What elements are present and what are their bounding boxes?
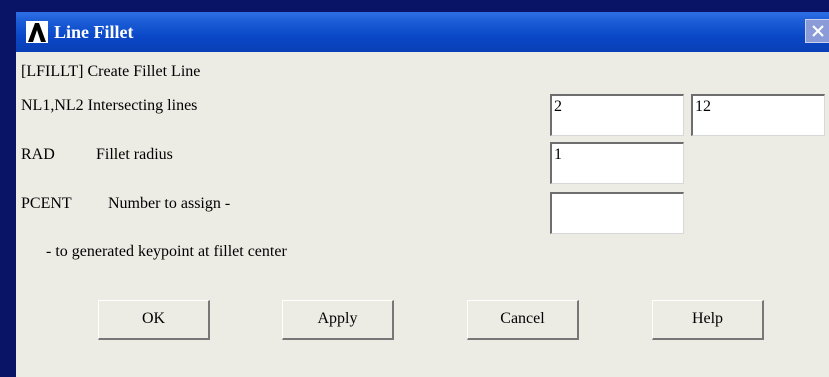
ansys-logo-icon — [26, 21, 48, 43]
window-title: Line Fillet — [54, 22, 134, 42]
help-button[interactable]: Help — [652, 300, 764, 340]
pcent-input[interactable] — [550, 192, 684, 234]
cancel-button[interactable]: Cancel — [467, 300, 579, 340]
command-label: [LFILLT] Create Fillet Line — [21, 63, 201, 80]
pcent-note: - to generated keypoint at fillet center — [46, 243, 287, 260]
pcent-description: Number to assign - — [108, 195, 231, 212]
title-bar[interactable]: Line Fillet — [16, 12, 829, 52]
apply-button[interactable]: Apply — [282, 300, 394, 340]
pcent-label: PCENT — [21, 195, 72, 212]
nl2-input[interactable]: 12 — [691, 94, 825, 136]
ok-button[interactable]: OK — [98, 300, 210, 340]
rad-label: RAD — [21, 146, 55, 163]
rad-description: Fillet radius — [96, 146, 173, 163]
nl-label: NL1,NL2 Intersecting lines — [21, 97, 198, 114]
close-icon[interactable] — [805, 19, 829, 43]
nl1-input[interactable]: 2 — [550, 94, 684, 136]
rad-input[interactable]: 1 — [550, 142, 684, 184]
line-fillet-dialog: Line Fillet [LFILLT] Create Fillet Line … — [16, 12, 829, 377]
